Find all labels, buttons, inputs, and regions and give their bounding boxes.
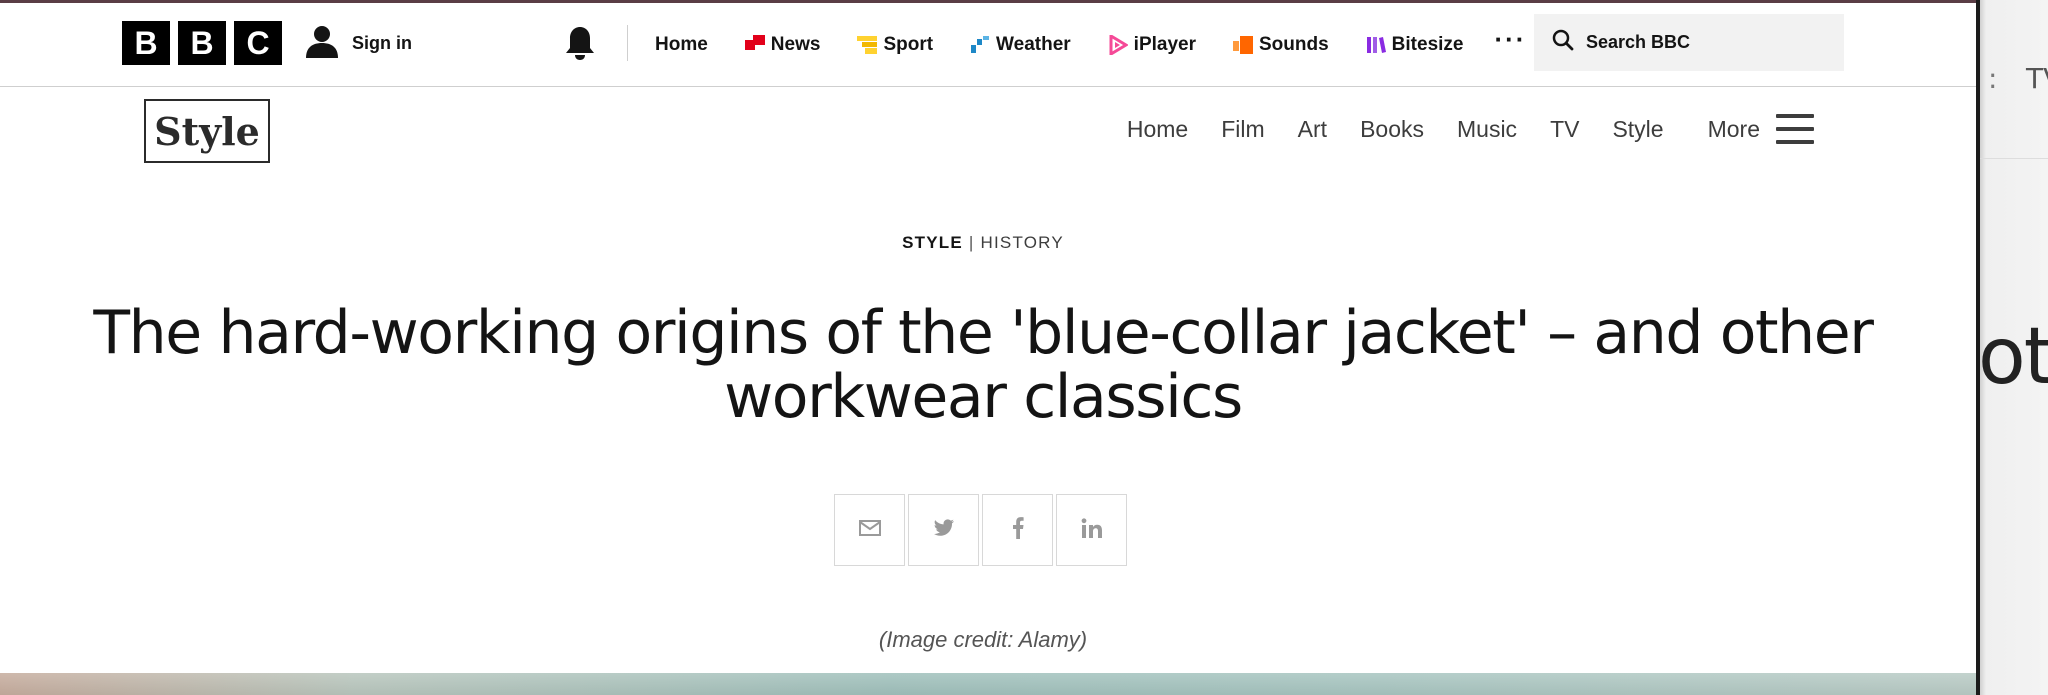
global-nav-links: Home News Sport Weather iPlayer Sounds B… xyxy=(655,3,1526,87)
share-facebook-button[interactable] xyxy=(982,494,1053,566)
background-nav-fragment: TV xyxy=(2026,62,2048,95)
style-logo[interactable]: Style xyxy=(144,99,270,163)
nav-link-weather[interactable]: Weather xyxy=(970,34,1071,56)
nav-link-label: Weather xyxy=(996,34,1071,55)
background-headline-fragment: ot xyxy=(1980,312,2048,402)
nav-link-label: iPlayer xyxy=(1133,34,1196,55)
user-icon xyxy=(304,23,340,64)
section-more-button[interactable]: More xyxy=(1708,114,1814,144)
notifications-bell-icon[interactable] xyxy=(564,25,596,66)
nav-link-label: Bitesize xyxy=(1391,34,1464,55)
sounds-icon xyxy=(1233,35,1253,55)
search-label: Search BBC xyxy=(1586,32,1691,52)
nav-link-iplayer[interactable]: iPlayer xyxy=(1108,33,1196,57)
section-link-books[interactable]: Books xyxy=(1360,116,1424,143)
nav-link-home[interactable]: Home xyxy=(655,34,708,56)
section-link-style[interactable]: Style xyxy=(1612,116,1663,143)
hero-image xyxy=(0,673,1976,695)
sign-in-label: Sign in xyxy=(352,33,412,53)
section-link-music[interactable]: Music xyxy=(1457,116,1517,143)
section-nav-links: Home Film Art Books Music TV Style More xyxy=(1094,87,1814,171)
share-linkedin-button[interactable] xyxy=(1056,494,1127,566)
browser-window: B B C Sign in Home News Sport Weather iP… xyxy=(0,0,1976,695)
background-divider xyxy=(1980,158,2048,159)
kicker-section-link[interactable]: STYLE xyxy=(902,233,963,252)
email-icon xyxy=(858,519,881,542)
article-headline: The hard-working origins of the 'blue-co… xyxy=(93,298,1874,432)
weather-icon xyxy=(970,35,990,55)
kicker-separator: | xyxy=(968,233,975,252)
nav-link-bitesize[interactable]: Bitesize xyxy=(1366,34,1464,56)
linkedin-icon xyxy=(1081,517,1103,543)
nav-link-label: Home xyxy=(655,34,708,55)
share-buttons xyxy=(834,494,1127,566)
sport-icon xyxy=(857,35,878,55)
sign-in-link[interactable]: Sign in xyxy=(304,23,412,64)
hamburger-menu-icon xyxy=(1776,114,1814,144)
share-email-button[interactable] xyxy=(834,494,905,566)
bbc-logo-block: C xyxy=(234,21,282,65)
share-twitter-button[interactable] xyxy=(908,494,979,566)
section-link-art[interactable]: Art xyxy=(1298,116,1327,143)
article-kicker: STYLE | HISTORY xyxy=(0,233,1966,253)
nav-link-label: Sport xyxy=(883,34,934,55)
bbc-logo-block: B xyxy=(122,21,170,65)
background-nav-fragment: : xyxy=(1988,62,1998,95)
nav-link-sounds[interactable]: Sounds xyxy=(1233,34,1329,56)
more-menu-button[interactable]: ··· xyxy=(1494,26,1526,52)
nav-link-sport[interactable]: Sport xyxy=(857,34,933,56)
image-credit: (Image credit: Alamy) xyxy=(878,627,1088,652)
bbc-global-nav: B B C Sign in Home News Sport Weather iP… xyxy=(0,3,1976,87)
bbc-logo-block: B xyxy=(178,21,226,65)
section-link-home[interactable]: Home xyxy=(1127,116,1188,143)
facebook-icon xyxy=(1012,516,1024,544)
bitesize-icon xyxy=(1366,35,1386,55)
bbc-logo[interactable]: B B C xyxy=(122,21,282,65)
background-window[interactable]: : TV ot xyxy=(1980,0,2048,695)
news-icon xyxy=(744,35,765,55)
search-bbc-button[interactable]: Search BBC xyxy=(1534,14,1844,71)
more-label: More xyxy=(1707,115,1760,142)
nav-link-label: Sounds xyxy=(1259,34,1329,55)
kicker-subsection-link[interactable]: HISTORY xyxy=(981,233,1064,252)
twitter-icon xyxy=(933,518,955,542)
iplayer-icon xyxy=(1108,33,1129,57)
section-link-tv[interactable]: TV xyxy=(1550,116,1579,143)
nav-divider xyxy=(627,25,628,61)
search-icon xyxy=(1552,29,1574,56)
style-section-nav: Style Home Film Art Books Music TV Style… xyxy=(0,87,1976,177)
nav-link-label: News xyxy=(770,34,821,55)
nav-link-news[interactable]: News xyxy=(744,34,821,56)
section-link-film[interactable]: Film xyxy=(1221,116,1264,143)
